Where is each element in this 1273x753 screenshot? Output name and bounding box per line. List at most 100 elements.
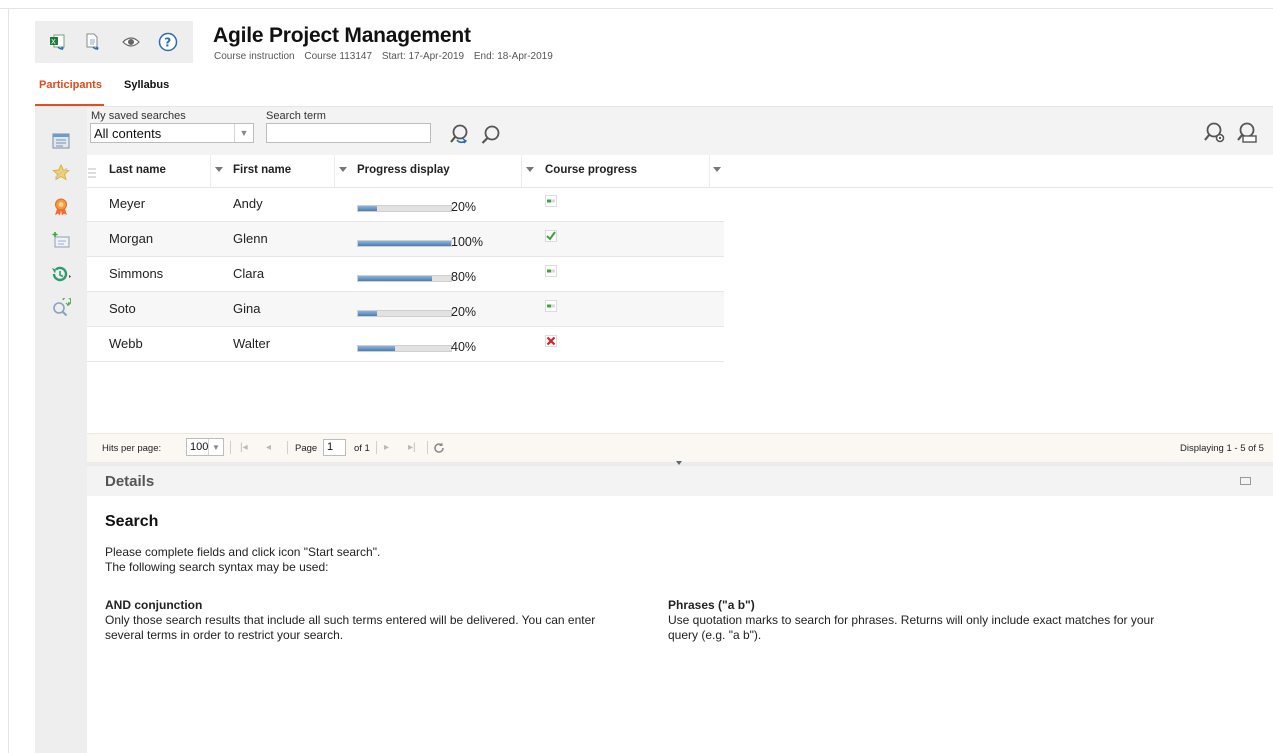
page-count-label: of 1 (354, 443, 370, 454)
and-conjunction-heading: AND conjunction (105, 598, 203, 612)
hits-per-page-label: Hits per page: (102, 443, 162, 454)
column-header-last-name[interactable]: Last name (109, 164, 166, 176)
last-name-cell: Soto (109, 301, 136, 316)
progress-fill (358, 311, 377, 316)
last-name-cell: Morgan (109, 231, 154, 246)
in-progress-status-icon (545, 300, 557, 312)
help-icon[interactable]: ? (158, 32, 178, 52)
search-term-input[interactable] (266, 123, 431, 143)
progress-percent: 20% (451, 200, 477, 214)
saved-searches-select[interactable]: All contents ▼ (90, 123, 254, 143)
sort-menu-icon[interactable] (526, 167, 534, 172)
progress-bar (357, 275, 452, 282)
pager-separator (230, 441, 231, 454)
sort-menu-icon[interactable] (339, 167, 347, 172)
pager-separator (376, 441, 377, 454)
table-row[interactable]: Simmons Clara 80% (87, 257, 724, 292)
chevron-down-icon[interactable]: ▼ (208, 439, 223, 455)
header-toolbar: X ? (35, 21, 193, 63)
display-count: Displaying 1 - 5 of 5 (1180, 443, 1264, 454)
intro-line: The following search syntax may be used: (105, 560, 329, 574)
chevron-down-icon[interactable]: ▼ (234, 124, 253, 142)
column-header-progress-display[interactable]: Progress display (357, 164, 450, 176)
column-header-first-name[interactable]: First name (233, 164, 291, 176)
sort-menu-icon[interactable] (713, 167, 721, 172)
phrases-text: query (e.g. "a b"). (668, 628, 762, 642)
saved-searches-value: All contents (94, 126, 162, 141)
progress-bar (357, 345, 452, 352)
phrases-text: Use quotation marks to search for phrase… (668, 613, 1155, 627)
collapse-handle-icon[interactable] (676, 461, 682, 465)
eye-icon[interactable] (121, 32, 141, 52)
details-title: Details (105, 473, 155, 490)
search-bar: My saved searches Search term All conten… (87, 107, 1273, 155)
and-conjunction-text: Only those search results that include a… (105, 613, 596, 627)
details-header: Details (87, 466, 1273, 496)
search-refresh-icon[interactable] (50, 297, 72, 319)
progress-percent: 40% (451, 340, 477, 354)
hits-per-page-value: 100 (190, 441, 209, 453)
excel-export-icon[interactable]: X (48, 32, 68, 52)
progress-fill (358, 346, 396, 351)
last-name-cell: Meyer (109, 196, 146, 211)
last-name-cell: Webb (109, 336, 143, 351)
sort-menu-icon[interactable] (215, 167, 223, 172)
page-label: Page (295, 443, 318, 454)
svg-text:X: X (51, 38, 56, 46)
progress-bar (357, 205, 452, 212)
minimize-panel-icon[interactable] (1240, 477, 1251, 485)
course-subtitle: Course instruction Course 113147 Start: … (214, 51, 560, 62)
pager-separator (287, 441, 288, 454)
first-name-cell: Glenn (233, 231, 268, 246)
phrases-heading: Phrases ("a b") (668, 598, 755, 612)
column-separator (334, 155, 335, 187)
saved-searches-label: My saved searches (91, 110, 186, 122)
table-row[interactable]: Soto Gina 20% (87, 292, 724, 327)
first-name-cell: Gina (233, 301, 261, 316)
course-end: End: 18-Apr-2019 (473, 51, 553, 62)
list-view-icon[interactable] (50, 130, 72, 152)
advanced-search-icon[interactable] (448, 123, 472, 147)
previous-page-icon[interactable]: ◂ (266, 442, 271, 453)
first-name-cell: Walter (233, 336, 271, 351)
phrases-help: Phrases ("a b") Use quotation marks to s… (668, 598, 1228, 643)
page-number-input[interactable]: 1 (323, 439, 346, 456)
column-separator (521, 155, 522, 187)
save-search-icon[interactable] (1235, 121, 1259, 145)
column-menu-icon[interactable] (88, 165, 96, 178)
document-export-icon[interactable] (83, 32, 103, 52)
search-settings-icon[interactable] (1203, 121, 1227, 145)
add-card-icon[interactable] (50, 229, 72, 251)
page-title: Agile Project Management (213, 24, 471, 47)
last-page-icon[interactable]: ▸| (408, 442, 416, 453)
refresh-icon[interactable] (433, 441, 445, 453)
first-page-icon[interactable]: |◂ (240, 442, 248, 453)
column-header-course-progress[interactable]: Course progress (545, 164, 637, 176)
tab-syllabus[interactable]: Syllabus (124, 79, 169, 91)
search-icon[interactable] (479, 123, 503, 147)
progress-fill (358, 241, 451, 246)
course-type: Course instruction (214, 51, 295, 62)
table-row[interactable]: Meyer Andy 20% (87, 187, 724, 222)
table-row[interactable]: Morgan Glenn 100% (87, 222, 724, 257)
search-help-heading: Search (105, 513, 159, 530)
in-progress-status-icon (545, 265, 557, 277)
and-conjunction-text: several terms in order to restrict your … (105, 628, 344, 642)
svg-text:?: ? (164, 36, 171, 50)
intro-line: Please complete fields and click icon "S… (105, 545, 381, 559)
next-page-icon[interactable]: ▸ (384, 442, 389, 453)
progress-fill (358, 276, 433, 281)
table-row[interactable]: Webb Walter 40% (87, 327, 724, 362)
page-number-value: 1 (327, 441, 334, 453)
pager-separator (427, 441, 428, 454)
search-term-label: Search term (266, 110, 326, 122)
history-icon[interactable] (50, 263, 72, 285)
completed-status-icon (545, 230, 557, 242)
award-icon[interactable] (50, 196, 72, 218)
progress-percent: 100% (451, 235, 483, 249)
tab-participants[interactable]: Participants (39, 79, 102, 91)
progress-bar (357, 310, 452, 317)
hits-per-page-select[interactable]: 100 ▼ (186, 438, 224, 456)
last-name-cell: Simmons (109, 266, 164, 281)
star-icon[interactable] (50, 162, 72, 184)
